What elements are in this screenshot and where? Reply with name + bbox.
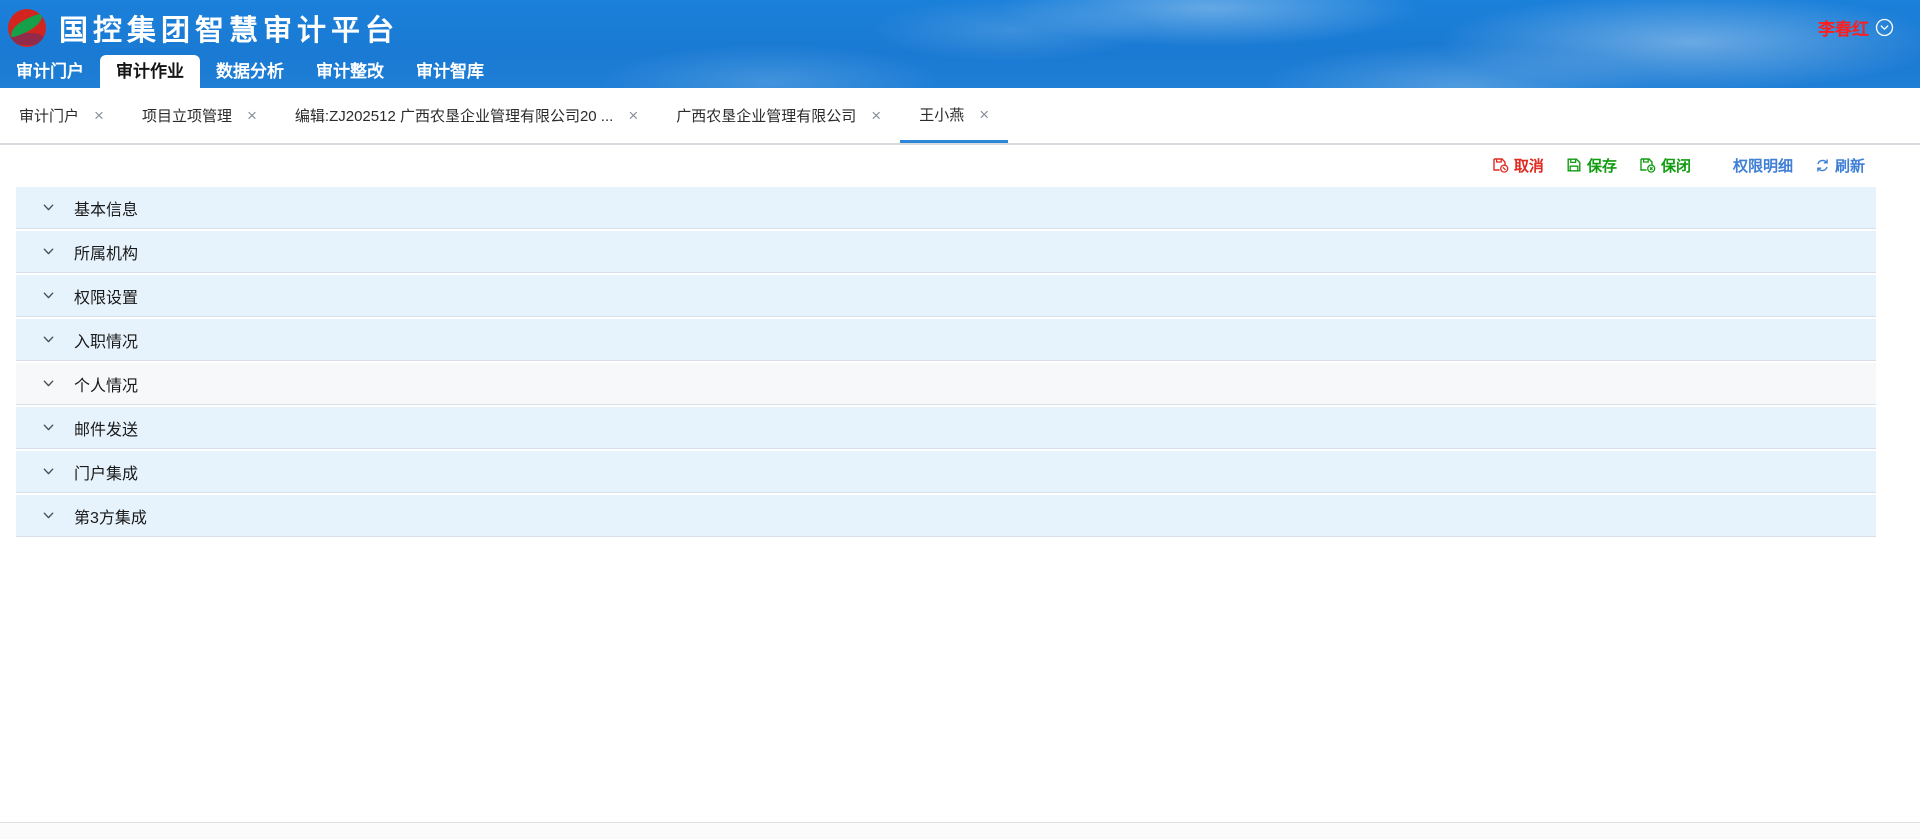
chevron-down-icon[interactable] bbox=[42, 289, 55, 302]
section-label: 所属机构 bbox=[74, 240, 138, 264]
document-tabbar: 审计门户 × 项目立项管理 × 编辑:ZJ202512 广西农垦企业管理有限公司… bbox=[0, 88, 1920, 145]
save-close-button[interactable]: 保闭 bbox=[1639, 155, 1691, 176]
company-logo-icon bbox=[8, 9, 46, 47]
chevron-down-icon[interactable] bbox=[42, 465, 55, 478]
nav-item-audit-library[interactable]: 审计智库 bbox=[400, 55, 500, 88]
section-label: 基本信息 bbox=[74, 196, 138, 220]
accordion-section-organization[interactable]: 所属机构 bbox=[16, 231, 1876, 273]
chevron-down-icon[interactable] bbox=[42, 245, 55, 258]
section-label: 邮件发送 bbox=[74, 416, 138, 440]
save-icon bbox=[1566, 157, 1582, 173]
accordion-section-basic-info[interactable]: 基本信息 bbox=[16, 187, 1876, 229]
section-label: 个人情况 bbox=[74, 372, 138, 396]
close-icon[interactable]: × bbox=[871, 107, 881, 124]
chevron-down-icon[interactable] bbox=[42, 509, 55, 522]
close-icon[interactable]: × bbox=[628, 107, 638, 124]
chevron-down-icon[interactable] bbox=[42, 421, 55, 434]
accordion-section-permissions[interactable]: 权限设置 bbox=[16, 275, 1876, 317]
tab-label: 审计门户 bbox=[19, 105, 79, 126]
chevron-down-icon[interactable] bbox=[42, 377, 55, 390]
section-label: 门户集成 bbox=[74, 460, 138, 484]
nav-item-audit-work[interactable]: 审计作业 bbox=[100, 55, 200, 88]
tab-project-approval[interactable]: 项目立项管理 × bbox=[123, 88, 276, 143]
permission-detail-button[interactable]: 权限明细 bbox=[1733, 155, 1793, 176]
tab-guangxi-nongken[interactable]: 广西农垦企业管理有限公司 × bbox=[657, 88, 900, 143]
header-top-row: 国控集团智慧审计平台 李春红 bbox=[0, 0, 1920, 55]
user-menu[interactable]: 李春红 bbox=[1818, 15, 1894, 40]
close-icon[interactable]: × bbox=[979, 106, 989, 123]
tab-label: 王小燕 bbox=[919, 104, 964, 125]
save-cancel-icon bbox=[1492, 157, 1509, 173]
save-close-icon bbox=[1639, 157, 1656, 173]
nav-item-data-analysis[interactable]: 数据分析 bbox=[200, 55, 300, 88]
window-bottom-edge bbox=[0, 822, 1920, 839]
refresh-icon bbox=[1815, 158, 1830, 173]
refresh-button[interactable]: 刷新 bbox=[1815, 155, 1865, 176]
save-button[interactable]: 保存 bbox=[1566, 155, 1617, 176]
nav-item-audit-rectify[interactable]: 审计整改 bbox=[300, 55, 400, 88]
tab-edit-zj202512[interactable]: 编辑:ZJ202512 广西农垦企业管理有限公司20 ... × bbox=[276, 88, 657, 143]
close-icon[interactable]: × bbox=[94, 107, 104, 124]
accordion-section-personal[interactable]: 个人情况 bbox=[16, 363, 1876, 405]
tab-label: 编辑:ZJ202512 广西农垦企业管理有限公司20 ... bbox=[295, 105, 613, 126]
section-label: 权限设置 bbox=[74, 284, 138, 308]
chevron-down-icon[interactable] bbox=[42, 201, 55, 214]
chevron-down-circle-icon[interactable] bbox=[1875, 18, 1894, 37]
user-name: 李春红 bbox=[1818, 15, 1869, 40]
tab-wang-xiaoyan[interactable]: 王小燕 × bbox=[900, 88, 1008, 143]
tab-label: 项目立项管理 bbox=[142, 105, 232, 126]
cancel-button[interactable]: 取消 bbox=[1492, 155, 1544, 176]
accordion-section-onboarding[interactable]: 入职情况 bbox=[16, 319, 1876, 361]
accordion-section-third-party[interactable]: 第3方集成 bbox=[16, 495, 1876, 537]
close-icon[interactable]: × bbox=[247, 107, 257, 124]
action-toolbar: 取消 保存 保闭 权限明细 刷新 bbox=[0, 145, 1920, 185]
logo-circle bbox=[8, 9, 46, 47]
accordion-section-portal-integration[interactable]: 门户集成 bbox=[16, 451, 1876, 493]
section-label: 入职情况 bbox=[74, 328, 138, 352]
nav-item-audit-portal[interactable]: 审计门户 bbox=[0, 55, 100, 88]
form-accordion: 基本信息 所属机构 权限设置 入职情况 个人情况 邮件发送 门户集成 第3方集成 bbox=[16, 187, 1876, 537]
tab-label: 广西农垦企业管理有限公司 bbox=[676, 105, 856, 126]
section-label: 第3方集成 bbox=[74, 504, 147, 528]
app-header: 国控集团智慧审计平台 李春红 审计门户 审计作业 数据分析 审计整改 审计智库 bbox=[0, 0, 1920, 88]
primary-nav: 审计门户 审计作业 数据分析 审计整改 审计智库 bbox=[0, 55, 1920, 88]
accordion-section-mail[interactable]: 邮件发送 bbox=[16, 407, 1876, 449]
chevron-down-icon[interactable] bbox=[42, 333, 55, 346]
page-title: 国控集团智慧审计平台 bbox=[59, 7, 399, 49]
tab-audit-portal[interactable]: 审计门户 × bbox=[0, 88, 123, 143]
